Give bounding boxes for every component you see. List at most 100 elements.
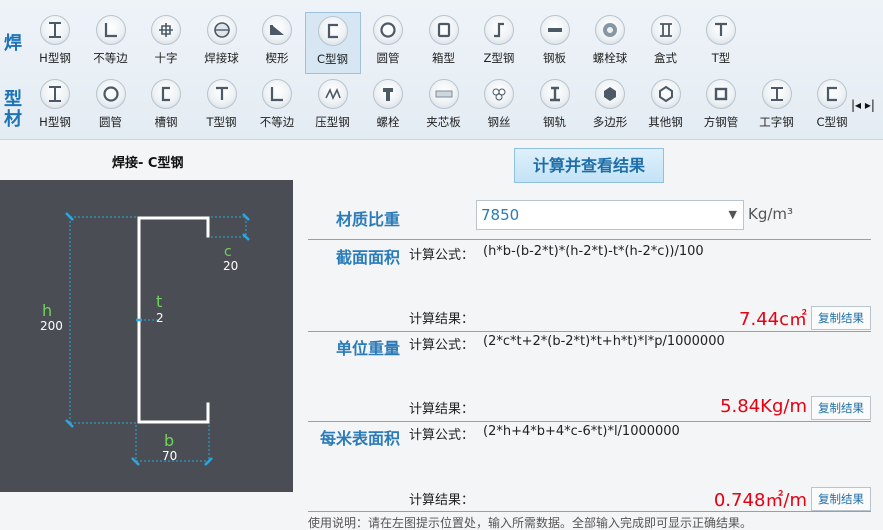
toolbar-item-label: 圆管 [99, 115, 122, 129]
toolbar-item[interactable]: 夹芯板 [416, 76, 472, 138]
round-tube-icon [373, 15, 403, 45]
i-beam-icon [761, 79, 792, 109]
bolt-icon [373, 79, 403, 109]
toolbar-item[interactable]: 螺栓 [360, 76, 416, 138]
rail-icon [539, 79, 570, 109]
divider [308, 421, 871, 422]
chevron-down-icon[interactable]: ▼ [729, 201, 737, 229]
divider [308, 511, 871, 512]
toolbar-item[interactable]: 不等边 [83, 12, 139, 74]
toolbar-item[interactable]: 压型钢 [305, 76, 361, 138]
toolbar-item-label: 压型钢 [315, 115, 350, 129]
density-title: 材质比重 [336, 210, 401, 229]
b-symbol: b [164, 431, 174, 450]
box-type-icon [650, 15, 681, 45]
toolbar-item-label: 夹芯板 [426, 115, 461, 129]
toolbar-item[interactable]: 方钢管 [693, 76, 749, 138]
density-select[interactable]: 7850 ▼ [476, 200, 744, 230]
toolbar-item[interactable]: T型 [693, 12, 749, 74]
toolbar-item[interactable]: 钢丝 [471, 76, 527, 138]
toolbar-item[interactable]: 盒式 [638, 12, 694, 74]
toolbar-item[interactable]: 多边形 [582, 76, 638, 138]
profiled-steel-icon [317, 79, 348, 109]
z-section-icon [484, 15, 514, 45]
toolbar-item-label: T型钢 [206, 115, 237, 129]
b-value: 70 [162, 449, 177, 463]
usage-instructions: 使用说明：请在左图提示位置处，输入所需数据。全部输入完成即可显示正确结果。 [308, 516, 753, 530]
calculate-button[interactable]: 计算并查看结果 [514, 148, 664, 183]
toolbar-item[interactable]: 焊接球 [194, 12, 250, 74]
c-channel-icon [317, 16, 348, 46]
toolbar-item[interactable]: C型钢 [304, 12, 361, 74]
h-symbol: h [42, 301, 52, 320]
toolbar-item-label: H型钢 [39, 51, 71, 65]
toolbar-item[interactable]: 圆管 [83, 76, 139, 138]
toolbar-item[interactable]: 不等边 [249, 76, 305, 138]
toolbar-item-label: H型钢 [39, 115, 71, 129]
toolbar-item-label: 不等边 [93, 51, 128, 65]
formula-label: 计算公式： [409, 248, 475, 263]
toolbar-item[interactable]: 其他钢 [638, 76, 694, 138]
formula-surface: (2*h+4*b+4*c-6*t)*l/1000000 [483, 424, 680, 439]
result-label: 计算结果： [409, 402, 475, 417]
c-symbol: c [224, 244, 232, 260]
c-channel-diagram: h 200 b 70 t 2 c 20 [0, 180, 293, 492]
unequal-angle-icon [95, 15, 126, 45]
result-weight: 5.84Kg/m [720, 396, 807, 417]
toolbar-item[interactable]: 钢板 [527, 12, 583, 74]
toolbar-item-label: 十字 [154, 51, 178, 65]
toolbar-item[interactable]: H型钢 [27, 12, 83, 74]
divider [308, 239, 871, 240]
toolbar-item-label: Z型钢 [483, 51, 515, 65]
toolbar-item[interactable]: 十字 [138, 12, 194, 74]
unequal-angle-icon [262, 79, 292, 109]
toolbar-item-label: 圆管 [376, 51, 400, 65]
wedge-icon [262, 15, 292, 45]
box-section-icon [428, 15, 459, 45]
copy-result-button-area[interactable]: 复制结果 [811, 306, 871, 330]
formula-label: 计算公式： [409, 428, 475, 443]
toolbar-item-label: 方钢管 [703, 115, 739, 129]
formula-area: (h*b-(b-2*t)*(h-2*t)-t*(h-2*c))/100 [483, 244, 704, 259]
c-channel-drawing: h 200 b 70 t 2 c 20 [40, 212, 250, 466]
t-value: 2 [156, 311, 164, 325]
scroll-arrows[interactable]: |◂ ▸| [851, 98, 877, 114]
polygon-icon [595, 79, 625, 109]
copy-result-button-weight[interactable]: 复制结果 [811, 396, 871, 420]
toolbar-item-label: 其他钢 [648, 115, 683, 129]
toolbar-item-label: 螺栓球 [592, 51, 628, 65]
sandwich-panel-icon [428, 79, 459, 109]
h-beam-icon [40, 15, 70, 45]
section-title-weight: 单位重量 [336, 339, 401, 358]
toolbar-item-label: 钢丝 [487, 115, 511, 129]
cross-icon [151, 15, 181, 45]
toolbar-item[interactable]: 楔形 [249, 12, 305, 74]
round-tube-icon [95, 79, 126, 109]
result-surface: 0.748㎡/m [713, 490, 807, 511]
toolbar-item-label: 盒式 [654, 51, 677, 65]
square-tube-icon [706, 79, 736, 109]
toolbar-item[interactable]: 工字钢 [749, 76, 805, 138]
h-value: 200 [40, 319, 63, 333]
toolbar-item-label: 钢轨 [543, 115, 566, 129]
toolbar-item-label: 箱型 [432, 51, 455, 65]
toolbar-item[interactable]: Z型钢 [471, 12, 527, 74]
toolbar-item[interactable]: 螺栓球 [582, 12, 638, 74]
toolbar-item-label: 螺栓 [376, 115, 400, 129]
toolbar-item[interactable]: 箱型 [416, 12, 472, 74]
formula-label: 计算公式： [409, 338, 475, 353]
toolbar-item-label: 不等边 [259, 115, 295, 129]
toolbar-item-label: 多边形 [592, 115, 628, 129]
toolbar-item[interactable]: 圆管 [360, 12, 416, 74]
toolbar-item[interactable]: T型钢 [194, 76, 250, 138]
toolbar-item[interactable]: H型钢 [27, 76, 83, 138]
section-title-area: 截面面积 [336, 248, 401, 267]
profile-category-label: 型材 [4, 89, 22, 130]
density-unit: Kg/m³ [748, 205, 794, 223]
copy-result-button-surface[interactable]: 复制结果 [811, 487, 871, 511]
toolbar-item-label: 钢板 [543, 51, 566, 65]
h-beam-icon [40, 79, 70, 109]
toolbar-item[interactable]: 钢轨 [527, 76, 583, 138]
toolbar-item-label: T型 [711, 51, 731, 65]
toolbar-item[interactable]: 槽钢 [138, 76, 194, 138]
